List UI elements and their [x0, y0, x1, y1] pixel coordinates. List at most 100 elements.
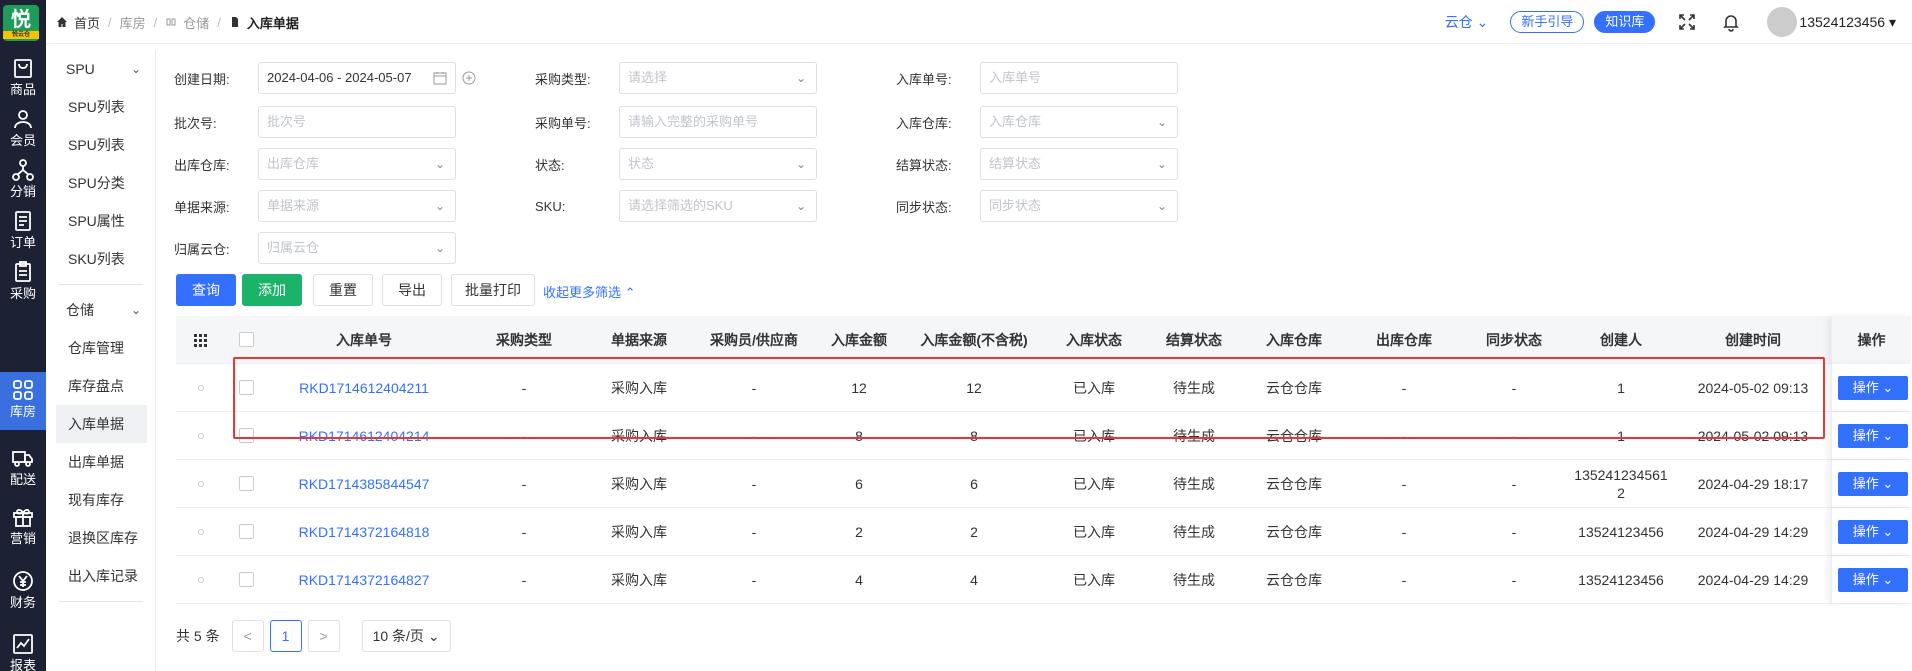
submenu-item-current-stock[interactable]: 现有库存 [46, 481, 155, 519]
user-menu[interactable]: 13524123456 ▾ [1799, 14, 1896, 31]
rail-item-delivery[interactable]: 配送 [0, 440, 46, 498]
row-radio[interactable] [198, 433, 204, 439]
row-radio[interactable] [198, 385, 204, 391]
cell-source: 采购入库 [611, 476, 667, 492]
in-warehouse-select[interactable]: 入库仓库 ⌄ [980, 106, 1178, 138]
chevron-down-icon: ⌄ [1476, 14, 1489, 30]
row-radio[interactable] [198, 529, 204, 535]
collapse-filters-link[interactable]: 收起更多筛选 ⌃ [543, 282, 636, 301]
submenu-item-outbound-docs[interactable]: 出库单据 [46, 443, 155, 481]
pagination: 共 5 条 < 1 > 10 条/页 ⌄ [176, 620, 451, 652]
cell-out-warehouse: - [1401, 380, 1407, 396]
chart-icon [13, 634, 33, 654]
inbound-no-link[interactable]: RKD1714372164827 [299, 572, 430, 588]
next-page-button[interactable]: > [307, 620, 340, 652]
inbound-no-link[interactable]: RKD1714612404211 [299, 380, 429, 396]
crumb-warehouse[interactable]: 库房 [120, 13, 146, 32]
prev-page-button[interactable]: < [231, 620, 264, 652]
knowledge-button[interactable]: 知识库 [1594, 11, 1656, 33]
submenu-item-spu-attribute[interactable]: SPU属性 [46, 202, 155, 240]
column-header: 入库单号 [336, 332, 392, 348]
row-radio[interactable] [198, 577, 204, 583]
inbound-no-link[interactable]: RKD1714385844547 [299, 476, 430, 492]
cloud-select[interactable]: 归属云仓 ⌄ [258, 232, 456, 264]
row-checkbox[interactable] [239, 572, 254, 587]
submenu-item-return-stock[interactable]: 退换区库存 [46, 519, 155, 557]
cloud-switch[interactable]: 云仓 ⌄ [1445, 12, 1489, 32]
row-action-button[interactable]: 操作 ⌄ [1838, 568, 1908, 592]
row-checkbox[interactable] [239, 524, 254, 539]
chevron-down-icon: ⌄ [795, 71, 806, 85]
date-range-input[interactable]: 2024-04-06 - 2024-05-07 [258, 62, 456, 94]
avatar[interactable] [1767, 7, 1798, 37]
add-button[interactable]: 添加 [242, 274, 302, 306]
rail-item-report[interactable]: 报表 [0, 626, 46, 671]
rail-item-warehouse[interactable]: 库房 [0, 372, 46, 430]
chevron-down-icon: ⌄ [1882, 380, 1894, 395]
filter-batch: 批次号: 批次号 [174, 106, 456, 138]
inbound-no-input[interactable]: 入库单号 [980, 62, 1178, 94]
guide-button[interactable]: 新手引导 [1510, 11, 1585, 33]
row-action-button[interactable]: 操作 ⌄ [1838, 472, 1908, 496]
column-settings-icon[interactable] [176, 316, 226, 364]
cell-purchase-type: - [521, 428, 527, 444]
out-warehouse-select[interactable]: 出库仓库 ⌄ [258, 148, 456, 180]
rail-item-purchase[interactable]: 采购 [0, 254, 46, 312]
submenu-item-warehouse-mgmt[interactable]: 仓库管理 [46, 329, 155, 367]
crumb-home[interactable]: 首页 [74, 13, 100, 32]
page-size-select[interactable]: 10 条/页 ⌄ [361, 620, 451, 652]
cell-in-warehouse: 云仓仓库 [1266, 380, 1322, 396]
add-circle-icon[interactable] [462, 71, 476, 85]
rail-item-order[interactable]: 订单 [0, 203, 46, 261]
sync-select[interactable]: 同步状态 ⌄ [980, 190, 1178, 222]
submenu-item-stocktake[interactable]: 库存盘点 [46, 367, 155, 405]
row-action-button[interactable]: 操作 ⌄ [1838, 424, 1908, 448]
reset-button[interactable]: 重置 [313, 274, 373, 306]
source-select[interactable]: 单据来源 ⌄ [258, 190, 456, 222]
submenu-item-spu-list[interactable]: SPU列表 [46, 88, 155, 126]
rail-item-member[interactable]: 会员 [0, 101, 46, 159]
submenu-item-spu-category[interactable]: SPU分类 [46, 164, 155, 202]
export-button[interactable]: 导出 [382, 274, 442, 306]
grid-icon [13, 380, 33, 400]
cell-created-time: 2024-05-02 09:13 [1697, 428, 1809, 444]
inbound-no-link[interactable]: RKD1714612404214 [299, 428, 430, 444]
row-action-button[interactable]: 操作 ⌄ [1838, 520, 1908, 544]
row-radio[interactable] [198, 481, 204, 487]
secondary-menu: SPU ⌄ SPU列表 SPU列表 SPU分类 SPU属性 SKU列表 仓储 ⌄ 仓… [46, 50, 156, 671]
batch-print-button[interactable]: 批量打印 [451, 274, 535, 306]
bell-icon[interactable] [1721, 12, 1741, 32]
column-header: 创建时间 [1725, 332, 1781, 348]
purchase-type-select[interactable]: 请选择 ⌄ [619, 62, 817, 94]
submenu-group-spu[interactable]: SPU ⌄ [46, 50, 155, 88]
filter-in-warehouse: 入库仓库: 入库仓库 ⌄ [896, 106, 1178, 138]
sku-select[interactable]: 请选择筛选的SKU ⌄ [619, 190, 817, 222]
submenu-group-storage[interactable]: 仓储 ⌄ [46, 291, 155, 329]
page-number[interactable]: 1 [269, 620, 302, 652]
select-all-checkbox[interactable] [239, 332, 254, 347]
batch-input[interactable]: 批次号 [258, 106, 456, 138]
rail-item-distribution[interactable]: 分销 [0, 152, 46, 210]
inbound-no-link[interactable]: RKD1714372164818 [299, 524, 430, 540]
fullscreen-icon[interactable] [1677, 12, 1697, 32]
crumb-storage[interactable]: 仓储 [183, 13, 209, 32]
status-select[interactable]: 状态 ⌄ [619, 148, 817, 180]
submenu-item-spu-list-2[interactable]: SPU列表 [46, 126, 155, 164]
app-logo[interactable]: 悦悦云仓 [3, 5, 39, 41]
query-button[interactable]: 查询 [176, 274, 236, 306]
settle-select[interactable]: 结算状态 ⌄ [980, 148, 1178, 180]
row-action-button[interactable]: 操作 ⌄ [1838, 376, 1908, 400]
rail-item-goods[interactable]: 商品 [0, 50, 46, 108]
rail-item-marketing[interactable]: 营销 [0, 499, 46, 557]
submenu-item-inbound-docs[interactable]: 入库单据 [56, 405, 147, 443]
cell-in-warehouse: 云仓仓库 [1266, 524, 1322, 540]
submenu-item-sku-list[interactable]: SKU列表 [46, 240, 155, 278]
submenu-item-io-records[interactable]: 出入库记录 [46, 557, 155, 595]
purchase-no-input[interactable]: 请输入完整的采购单号 [619, 106, 817, 138]
cloud-switch-label: 云仓 [1444, 14, 1473, 30]
row-checkbox[interactable] [239, 428, 254, 443]
rail-item-finance[interactable]: 财务 [0, 563, 46, 621]
row-checkbox[interactable] [239, 476, 254, 491]
row-checkbox[interactable] [239, 380, 254, 395]
cell-creator: 13524123456 [1564, 508, 1678, 556]
